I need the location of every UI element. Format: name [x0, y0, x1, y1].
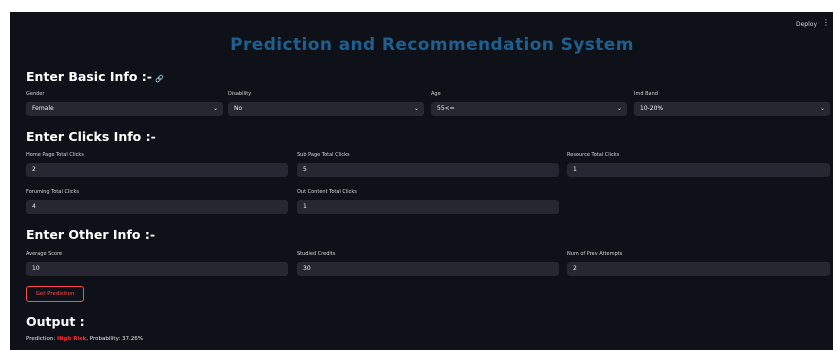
prev-attempts-label: Num of Prev Attempts [567, 251, 623, 257]
chevron-down-icon: ⌄ [413, 105, 419, 112]
out-content-clicks-input[interactable]: 1 [297, 200, 559, 214]
deploy-button[interactable]: Deploy [796, 21, 817, 28]
app-container: Deploy ⋮ Prediction and Recommendation S… [10, 12, 833, 350]
age-label: Age [431, 91, 441, 97]
gender-select-value: Female [32, 105, 54, 112]
imd-band-select-value: 10-20% [640, 105, 664, 112]
page-title: Prediction and Recommendation System [230, 35, 634, 55]
disability-select[interactable]: No ⌄ [228, 102, 424, 116]
age-select-value: 55<= [437, 105, 455, 112]
disability-select-value: No [234, 105, 243, 112]
prediction-result: Prediction: High Risk, Probability: 37.2… [26, 336, 143, 342]
resource-clicks-label: Resource Total Clicks [567, 152, 620, 158]
average-score-input[interactable]: 10 [26, 262, 288, 276]
output-heading: Output : [26, 314, 85, 329]
disability-label: Disability [228, 91, 252, 97]
probability-text: , Probability: 37.26% [86, 336, 143, 342]
gender-label: Gender [26, 91, 45, 97]
foruming-clicks-input[interactable]: 4 [26, 200, 288, 214]
imd-band-label: Imd Band [634, 91, 658, 97]
home-page-clicks-label: Home Page Total Clicks [26, 152, 84, 158]
age-select[interactable]: 55<= ⌄ [431, 102, 627, 116]
average-score-label: Average Score [26, 251, 63, 257]
clicks-info-heading: Enter Clicks Info :- [26, 129, 156, 144]
studied-credits-label: Studied Credits [297, 251, 336, 257]
other-info-heading: Enter Other Info :- [26, 227, 156, 242]
prev-attempts-input[interactable]: 2 [567, 262, 830, 276]
link-icon[interactable]: 🔗 [155, 75, 164, 83]
foruming-clicks-label: Foruming Total Clicks [26, 189, 79, 195]
home-page-clicks-input[interactable]: 2 [26, 163, 288, 177]
menu-icon[interactable]: ⋮ [822, 19, 830, 27]
prediction-label: Prediction: [26, 336, 57, 342]
sub-page-clicks-input[interactable]: 5 [297, 163, 559, 177]
chevron-down-icon: ⌄ [212, 105, 218, 112]
studied-credits-input[interactable]: 30 [297, 262, 559, 276]
sub-page-clicks-label: Sub Page Total Clicks [297, 152, 350, 158]
imd-band-select[interactable]: 10-20% ⌄ [634, 102, 830, 116]
basic-info-heading: Enter Basic Info :- 🔗 [26, 69, 164, 84]
basic-info-heading-text: Enter Basic Info :- [26, 69, 152, 84]
out-content-clicks-label: Out Content Total Clicks [297, 189, 357, 195]
gender-select[interactable]: Female ⌄ [26, 102, 223, 116]
resource-clicks-input[interactable]: 1 [567, 163, 830, 177]
chevron-down-icon: ⌄ [616, 105, 622, 112]
get-prediction-button[interactable]: Get Prediction [26, 286, 84, 302]
chevron-down-icon: ⌄ [819, 105, 825, 112]
risk-value: High Risk [56, 336, 87, 342]
